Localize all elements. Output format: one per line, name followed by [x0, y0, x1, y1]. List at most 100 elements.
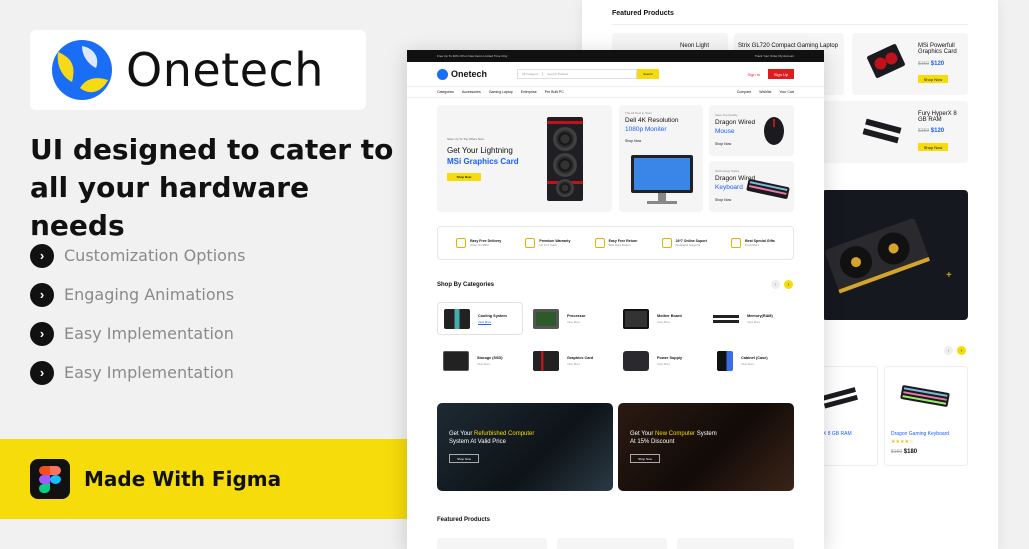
promo-text: Free Up To 30% Off on New Items Limited … — [437, 54, 508, 58]
search-input[interactable]: All Category Search Product — [517, 69, 638, 79]
ram-icon — [862, 118, 902, 144]
category-processor[interactable]: Processor View More — [527, 302, 613, 335]
wishlist-link[interactable]: Wishlist — [759, 90, 771, 94]
product-card[interactable] — [557, 538, 667, 549]
category-cooling[interactable]: Cooling System View More — [437, 302, 523, 335]
category-motherboard[interactable]: Mother Board View More — [617, 302, 703, 335]
shop-now-button[interactable]: Shop Now — [630, 454, 660, 463]
monitor-promo[interactable]: The All New in Town Dell 4K Resolution 10… — [619, 105, 703, 212]
keyboard-promo[interactable]: Technology Styles Dragon Wired Keyboard S… — [709, 161, 794, 212]
main-screen: Free Up To 30% Off on New Items Limited … — [407, 50, 824, 549]
cabinet-icon — [717, 350, 733, 371]
graphics-card-icon — [867, 44, 905, 78]
top-bar: Free Up To 30% Off on New Items Limited … — [407, 50, 824, 62]
product-card[interactable] — [437, 538, 547, 549]
shop-now-link[interactable]: Shop Now — [715, 142, 731, 146]
chevron-left-icon[interactable]: ‹ — [944, 346, 953, 355]
category-ram[interactable]: Memory(RAM) View More — [707, 302, 793, 335]
featured-title: Featured Products — [612, 10, 674, 17]
figma-banner: Made With Figma — [0, 439, 408, 519]
logo-card: Onetech — [30, 30, 366, 110]
product-card[interactable]: Dragon Gaming Keyboard ★★★★☆ $150 $180 — [884, 366, 968, 466]
power-supply-icon — [623, 350, 649, 371]
nav-item[interactable]: Gaming Laptop — [489, 90, 513, 94]
feature-item: › Easy Implementation — [30, 353, 245, 392]
chevron-right-icon: › — [30, 243, 54, 268]
ssd-icon — [443, 350, 469, 371]
shield-icon — [525, 238, 536, 248]
nav-item[interactable]: Enterprise — [521, 90, 537, 94]
keyboard-icon — [746, 179, 790, 199]
product-name: Fury HyperX 8 GB RAM — [918, 111, 957, 123]
nav-item[interactable]: Categories — [437, 90, 454, 94]
chevron-right-icon[interactable]: › — [784, 280, 793, 289]
chevron-right-icon: › — [30, 360, 54, 385]
feature-delivery: Easy Free Delivery Order On $500 — [456, 238, 501, 248]
feature-item: › Customization Options — [30, 236, 245, 275]
refurbished-promo[interactable]: Get Your Refurbished Computer System At … — [437, 403, 613, 491]
product-card[interactable] — [677, 538, 794, 549]
new-computer-promo[interactable]: Get Your New Computer System At 15% Disc… — [618, 403, 794, 491]
nav-item[interactable]: Pre Built PC — [545, 90, 564, 94]
mouse-promo[interactable]: Save Top Quality Dragon Wired Mouse Shop … — [709, 105, 794, 156]
featured-title: Featured Products — [437, 517, 491, 523]
categories-title: Shop By Categories — [437, 282, 495, 288]
graphics-card-icon — [533, 350, 559, 371]
feature-item: › Easy Implementation — [30, 314, 245, 353]
product-price: $150 $120 — [918, 128, 945, 134]
category-storage[interactable]: Storage (SSD) View More — [437, 344, 523, 377]
chevron-right-icon: › — [30, 282, 54, 307]
headset-icon — [661, 238, 672, 248]
chevron-right-icon[interactable]: › — [957, 346, 966, 355]
category-cabinet[interactable]: Cabinet (Case) View More — [707, 344, 793, 377]
product-name: Dragon Gaming Keyboard — [891, 431, 950, 437]
header: Onetech All Category Search Product Sear… — [407, 62, 824, 86]
cpu-icon — [533, 308, 559, 329]
category-psu[interactable]: Power Supply View More — [617, 344, 703, 377]
hero-banner: Save Up To Top Offers Now Get Your Light… — [437, 105, 612, 212]
feature-list: › Customization Options › Engaging Animati… — [30, 236, 245, 392]
feature-return: Easy Free Return With Days Return — [594, 238, 637, 248]
product-name: X 8 GB RAM — [823, 431, 852, 437]
search-placeholder: Search Product — [547, 72, 569, 76]
nav-item[interactable]: Accessories — [462, 90, 481, 94]
product-card[interactable]: MSi Powerfull Graphics Card $150 $120 Sh… — [852, 33, 968, 95]
motherboard-icon — [623, 308, 649, 329]
cooling-icon — [444, 308, 470, 329]
shop-now-link[interactable]: Shop Now — [625, 139, 641, 143]
product-card[interactable]: X 8 GB RAM — [822, 366, 878, 466]
account-links[interactable]: Track Your Order My Account — [755, 54, 794, 58]
category-arrows: ‹ › — [771, 280, 793, 289]
nav-bar: Categories Accessories Gaming Laptop Ent… — [407, 86, 824, 98]
shop-now-link[interactable]: Shop Now — [715, 198, 731, 202]
sparkle-icon: + — [946, 270, 952, 281]
monitor-icon — [631, 155, 693, 204]
brand-name: Onetech — [126, 43, 324, 97]
chevron-right-icon: › — [30, 321, 54, 346]
feature-warranty: Premium Warranty Up To 2 Years — [525, 238, 570, 248]
site-logo-text: Onetech — [451, 69, 488, 79]
box-icon — [594, 238, 605, 248]
compare-link[interactable]: Compare — [737, 90, 751, 94]
mouse-icon — [764, 117, 784, 145]
sign-up-button[interactable]: Sign Up — [768, 69, 794, 79]
category-graphics[interactable]: Graphics Card View More — [527, 344, 613, 377]
ram-icon — [823, 387, 859, 409]
chevron-left-icon[interactable]: ‹ — [771, 280, 780, 289]
features-strip: Easy Free Delivery Order On $500 Premium … — [437, 226, 794, 260]
hero-title: Get Your Lightning MSi Graphics Card — [447, 146, 519, 166]
product-card[interactable]: Fury HyperX 8 GB RAM $150 $120 Shop Now — [822, 101, 968, 163]
gift-icon — [731, 238, 742, 248]
shop-now-button[interactable]: Shop Now — [918, 143, 948, 151]
shop-now-button[interactable]: Shop Now — [918, 75, 948, 83]
graphics-card-icon — [825, 218, 931, 294]
cart-link[interactable]: Your Cart — [779, 90, 794, 94]
shop-now-button[interactable]: Shop Now — [449, 454, 479, 463]
gpu-promo-banner: + — [822, 190, 968, 320]
site-logo[interactable]: Onetech — [437, 68, 488, 80]
figma-icon — [30, 459, 70, 499]
hero-shop-now-button[interactable]: Shop Now — [447, 173, 481, 181]
search-category[interactable]: All Category — [522, 72, 544, 76]
search-button[interactable]: Search — [637, 69, 660, 79]
sign-in-link[interactable]: Sign In — [748, 72, 760, 77]
